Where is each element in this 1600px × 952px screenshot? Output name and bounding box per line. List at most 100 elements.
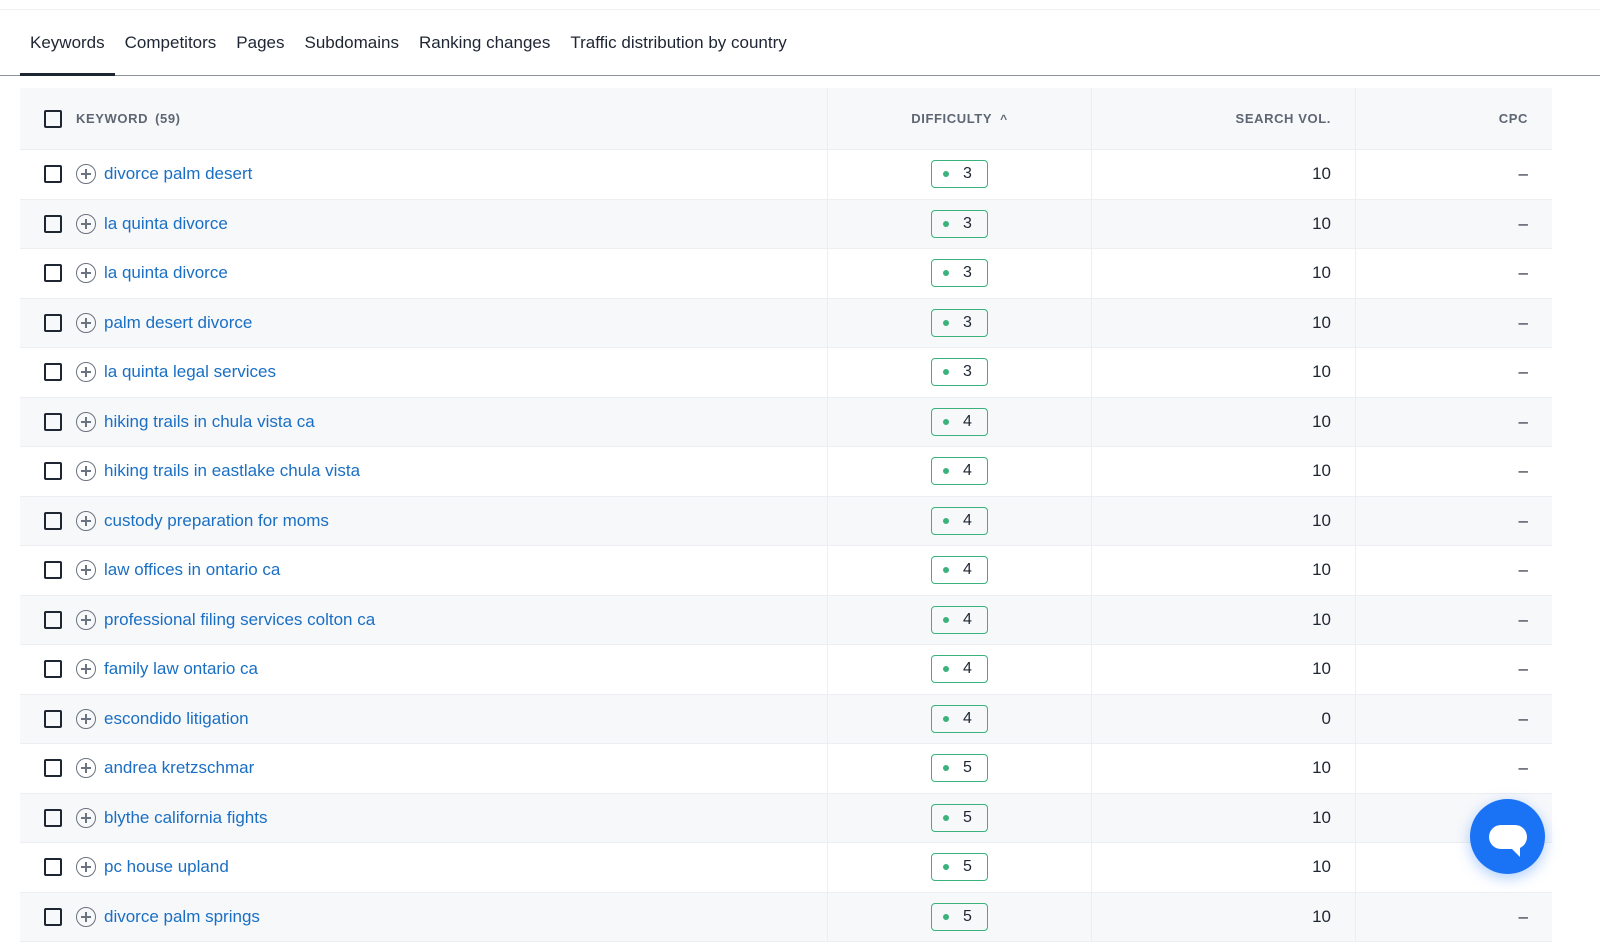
add-keyword-icon[interactable] <box>76 857 96 878</box>
row-checkbox[interactable] <box>44 264 62 283</box>
keyword-link[interactable]: professional filing services colton ca <box>104 610 375 630</box>
row-checkbox[interactable] <box>44 858 62 877</box>
difficulty-dot-icon <box>943 616 949 623</box>
difficulty-badge: 3 <box>931 160 988 189</box>
add-keyword-icon[interactable] <box>76 560 96 581</box>
table-row: professional filing services colton ca 4 1… <box>20 595 1552 645</box>
add-keyword-icon[interactable] <box>76 213 96 234</box>
keyword-link[interactable]: family law ontario ca <box>104 659 258 679</box>
table-header: KEYWORD (59) DIFFICULTY ^ SEARCH VOL. CP… <box>20 88 1552 150</box>
keyword-cell: family law ontario ca <box>20 645 828 694</box>
search-vol-cell: 10 <box>1092 447 1356 496</box>
add-keyword-icon[interactable] <box>76 461 96 482</box>
search-vol-cell: 10 <box>1092 892 1356 941</box>
cpc-value: – <box>1518 263 1528 283</box>
select-all-checkbox[interactable] <box>44 109 62 128</box>
row-checkbox[interactable] <box>44 313 62 332</box>
add-keyword-icon[interactable] <box>76 906 96 927</box>
keyword-column-header[interactable]: KEYWORD <box>76 111 148 126</box>
keyword-link[interactable]: andrea kretzschmar <box>104 758 254 778</box>
add-keyword-icon[interactable] <box>76 510 96 531</box>
row-checkbox[interactable] <box>44 214 62 233</box>
keyword-link[interactable]: divorce palm springs <box>104 907 260 927</box>
row-checkbox[interactable] <box>44 759 62 778</box>
row-checkbox[interactable] <box>44 610 62 629</box>
row-checkbox[interactable] <box>44 709 62 728</box>
tab-competitors[interactable]: Competitors <box>115 10 227 75</box>
cpc-value: – <box>1518 213 1528 233</box>
cpc-cell: – <box>1356 299 1552 348</box>
cpc-cell: – <box>1356 249 1552 298</box>
search-vol-value: 10 <box>1312 560 1331 580</box>
difficulty-cell: 4 <box>828 694 1092 743</box>
keyword-link[interactable]: law offices in ontario ca <box>104 560 280 580</box>
keyword-link[interactable]: custody preparation for moms <box>104 511 329 531</box>
add-keyword-icon[interactable] <box>76 708 96 729</box>
row-checkbox[interactable] <box>44 561 62 580</box>
row-checkbox[interactable] <box>44 412 62 431</box>
keyword-link[interactable]: escondido litigation <box>104 709 249 729</box>
chat-button[interactable] <box>1470 799 1545 874</box>
keyword-link[interactable]: pc house upland <box>104 857 229 877</box>
row-checkbox[interactable] <box>44 165 62 184</box>
keyword-cell: hiking trails in chula vista ca <box>20 397 828 446</box>
tab-subdomains[interactable]: Subdomains <box>294 10 409 75</box>
add-keyword-icon[interactable] <box>76 659 96 680</box>
keyword-link[interactable]: hiking trails in eastlake chula vista <box>104 461 360 481</box>
tab-keywords[interactable]: Keywords <box>20 10 115 76</box>
keyword-link[interactable]: la quinta divorce <box>104 263 228 283</box>
tab-pages[interactable]: Pages <box>226 10 294 75</box>
search-vol-cell: 10 <box>1092 298 1356 347</box>
cpc-cell: – <box>1356 447 1552 496</box>
keyword-link[interactable]: la quinta divorce <box>104 214 228 234</box>
row-checkbox[interactable] <box>44 660 62 679</box>
add-keyword-icon[interactable] <box>76 312 96 333</box>
difficulty-badge: 3 <box>931 259 988 288</box>
keyword-link[interactable]: hiking trails in chula vista ca <box>104 412 315 432</box>
cpc-cell: – <box>1356 744 1552 793</box>
row-checkbox[interactable] <box>44 907 62 926</box>
add-keyword-icon[interactable] <box>76 362 96 383</box>
search-vol-value: 10 <box>1312 213 1331 233</box>
difficulty-badge: 3 <box>931 209 988 238</box>
tab-traffic-distribution[interactable]: Traffic distribution by country <box>560 10 796 75</box>
search-vol-cell: 0 <box>1092 694 1356 743</box>
add-keyword-icon[interactable] <box>76 758 96 779</box>
cpc-column-header[interactable]: CPC <box>1499 111 1528 126</box>
add-keyword-icon[interactable] <box>76 807 96 828</box>
difficulty-value: 3 <box>963 214 972 232</box>
search-vol-header-cell[interactable]: SEARCH VOL. <box>1092 88 1356 149</box>
difficulty-column-header[interactable]: DIFFICULTY <box>911 111 992 126</box>
add-keyword-icon[interactable] <box>76 263 96 284</box>
keyword-cell: divorce palm desert <box>20 150 828 199</box>
keyword-link[interactable]: palm desert divorce <box>104 313 252 333</box>
search-vol-column-header[interactable]: SEARCH VOL. <box>1236 111 1331 126</box>
keyword-link[interactable]: blythe california fights <box>104 808 267 828</box>
row-checkbox[interactable] <box>44 808 62 827</box>
difficulty-dot-icon <box>943 666 949 673</box>
difficulty-dot-icon <box>943 418 949 425</box>
row-checkbox[interactable] <box>44 363 62 382</box>
cpc-cell: – <box>1356 645 1552 694</box>
table-body: divorce palm desert 3 10– la quinta divorce… <box>20 150 1552 942</box>
cpc-cell: – <box>1356 150 1552 199</box>
add-keyword-icon[interactable] <box>76 164 96 185</box>
keyword-cell: divorce palm springs <box>20 892 828 941</box>
sort-ascending-icon[interactable]: ^ <box>1000 112 1008 126</box>
search-vol-value: 10 <box>1312 312 1331 332</box>
add-keyword-icon[interactable] <box>76 411 96 432</box>
keyword-cell: hiking trails in eastlake chula vista <box>20 447 828 496</box>
cpc-value: – <box>1518 609 1528 629</box>
difficulty-cell: 4 <box>828 447 1092 496</box>
difficulty-dot-icon <box>943 864 949 871</box>
cpc-header-cell[interactable]: CPC <box>1356 88 1552 149</box>
cpc-cell: – <box>1356 398 1552 447</box>
difficulty-badge: 5 <box>931 754 988 783</box>
tab-ranking-changes[interactable]: Ranking changes <box>409 10 560 75</box>
keyword-link[interactable]: divorce palm desert <box>104 164 252 184</box>
keyword-link[interactable]: la quinta legal services <box>104 362 276 382</box>
row-checkbox[interactable] <box>44 511 62 530</box>
difficulty-header-cell[interactable]: DIFFICULTY ^ <box>828 88 1092 149</box>
row-checkbox[interactable] <box>44 462 62 481</box>
add-keyword-icon[interactable] <box>76 609 96 630</box>
